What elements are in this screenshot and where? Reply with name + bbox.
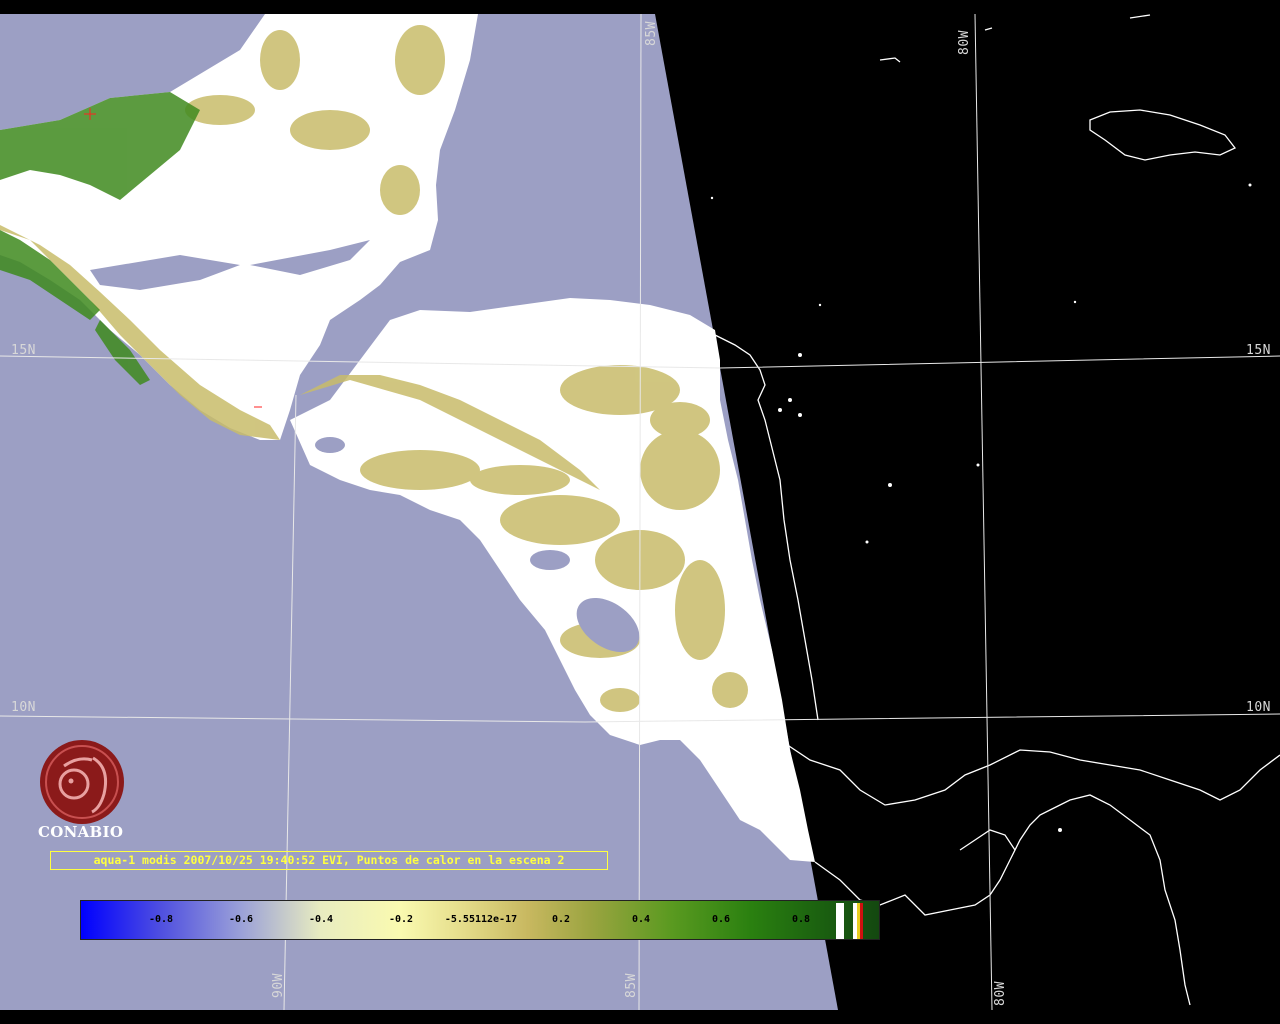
colorbar-tick-label: 0.4 <box>631 914 651 925</box>
colorbar-tick-label: -0.8 <box>148 914 174 925</box>
colorbar-tick-label: 0.6 <box>711 914 731 925</box>
map-viewer: 15N 15N 10N 10N 85W 80W 90W 85W 80W CONA… <box>0 0 1280 1024</box>
lat-label-10-right: 10N <box>1246 700 1271 715</box>
colorbar-tick-label: 0.2 <box>551 914 571 925</box>
conabio-logo-icon <box>40 740 124 824</box>
lat-label-10-left: 10N <box>11 700 36 715</box>
colorbar-tick-label: 0.8 <box>791 914 811 925</box>
lat-label-15-right: 15N <box>1246 343 1271 358</box>
colorbar-tick-label: -5.55112e-17 <box>444 914 518 925</box>
lon-label-85-top: 85W <box>644 21 659 46</box>
colorbar-cloud-band <box>836 903 844 939</box>
lon-label-85-bottom: 85W <box>624 973 639 998</box>
colorbar-tick-label: -0.4 <box>308 914 334 925</box>
lon-label-80-bottom: 80W <box>993 981 1008 1006</box>
lon-label-80-top: 80W <box>957 30 972 55</box>
logo-text: CONABIO <box>38 823 124 841</box>
lon-label-90-bottom: 90W <box>271 973 286 998</box>
evi-colorbar: -0.8 -0.6 -0.4 -0.2 -5.55112e-17 0.2 0.4 0.6 0.8 <box>80 900 880 940</box>
colorbar-tick-label: -0.2 <box>388 914 414 925</box>
scene-caption: aqua-1 modis 2007/10/25 19:40:52 EVI, Pu… <box>50 851 608 870</box>
satellite-map <box>0 0 1280 1024</box>
colorbar-red-band <box>860 903 863 939</box>
colorbar-tick-label: -0.6 <box>228 914 254 925</box>
lat-label-15-left: 15N <box>11 343 36 358</box>
